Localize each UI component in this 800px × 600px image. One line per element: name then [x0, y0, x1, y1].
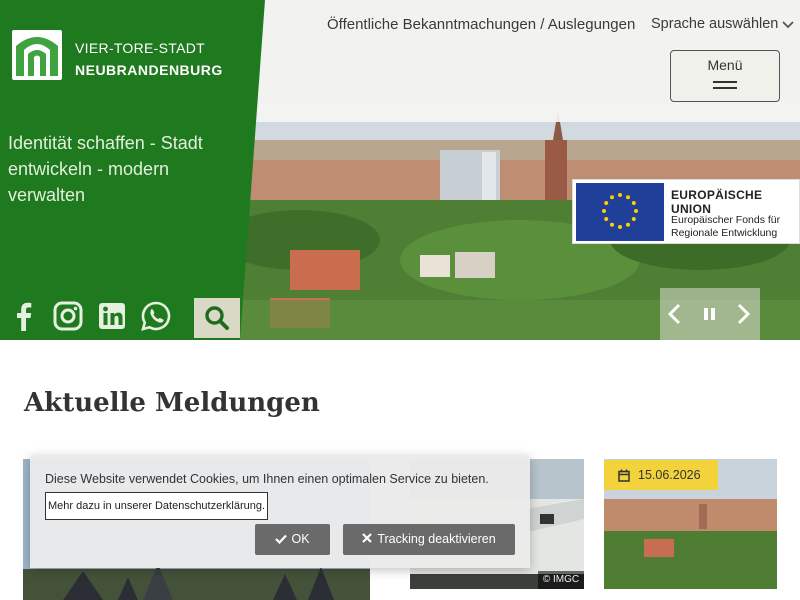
pause-icon[interactable] [695, 300, 725, 328]
hamburger-icon [713, 81, 737, 95]
image-copyright: © IMGC [538, 571, 584, 589]
eu-subtitle-line-2: Regionale Entwicklung [671, 227, 778, 239]
chevron-left-icon[interactable] [660, 300, 690, 328]
tracking-deactivate-label: Tracking deaktivieren [377, 532, 496, 546]
calendar-icon [618, 469, 630, 482]
whatsapp-icon[interactable] [140, 300, 172, 332]
announcements-link[interactable]: Öffentliche Bekanntmachungen / Auslegung… [327, 16, 635, 33]
search-icon [205, 306, 229, 330]
check-icon [275, 534, 288, 545]
instagram-icon[interactable] [52, 300, 84, 332]
tracking-deactivate-button[interactable]: Tracking deaktivieren [343, 524, 515, 555]
page: VIER-TORE-STADT NEUBRANDENBURG Identität… [0, 0, 800, 600]
language-selector[interactable]: Sprache auswählen [651, 16, 778, 32]
chevron-down-icon[interactable] [782, 20, 794, 30]
cookie-ok-button[interactable]: OK [255, 524, 330, 555]
cookie-message: Diese Website verwendet Cookies, um Ihne… [45, 472, 489, 486]
news-section-title: Aktuelle Meldungen [24, 388, 320, 418]
hero-banner: VIER-TORE-STADT NEUBRANDENBURG Identität… [0, 0, 800, 340]
eu-flag-icon [576, 183, 664, 241]
eu-subtitle-line-1: Europäischer Fonds für [671, 214, 781, 226]
news-date: 15.06.2026 [638, 468, 701, 482]
slider-controls [660, 288, 760, 340]
facebook-icon[interactable] [8, 300, 40, 332]
cookie-banner: Diese Website verwendet Cookies, um Ihne… [30, 456, 530, 568]
news-date-badge: 15.06.2026 [604, 460, 718, 490]
menu-label: Menü [707, 57, 743, 73]
menu-button[interactable]: Menü [670, 50, 780, 102]
privacy-policy-link[interactable]: Mehr dazu in unserer Datenschutzerklärun… [45, 492, 268, 520]
logo-line-1: VIER-TORE-STADT [75, 40, 205, 56]
city-logo-icon[interactable] [12, 30, 62, 80]
logo-line-2: NEUBRANDENBURG [75, 62, 223, 78]
cookie-ok-label: OK [291, 532, 310, 546]
eu-title: EUROPÄISCHE UNION [671, 188, 763, 216]
eu-funding-badge: EUROPÄISCHE UNION Europäischer Fonds für… [572, 179, 800, 244]
search-button[interactable] [194, 298, 240, 338]
slogan: Identität schaffen - Stadt entwickeln - … [8, 133, 203, 205]
chevron-right-icon[interactable] [728, 300, 758, 328]
close-icon [362, 533, 373, 543]
linkedin-icon[interactable] [96, 300, 128, 332]
